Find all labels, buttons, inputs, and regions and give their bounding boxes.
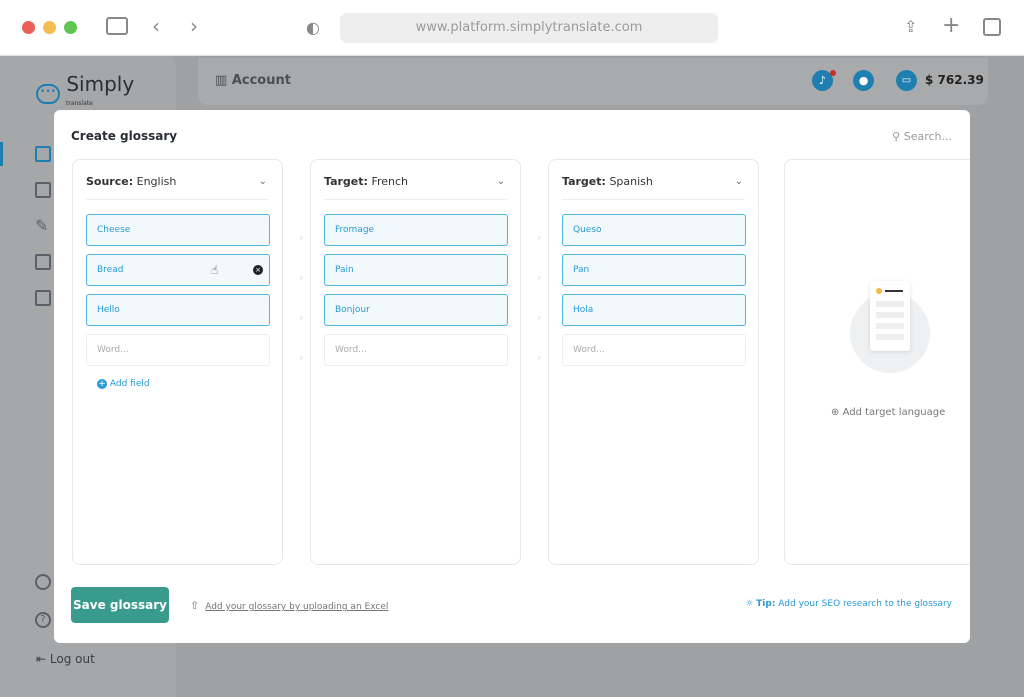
upload-excel-link[interactable]: ⇧ Add your glossary by uploading an Excel xyxy=(190,599,388,612)
column-label: Target: xyxy=(562,175,606,188)
url-bar[interactable]: www.platform.simplytranslate.com xyxy=(340,13,718,43)
word-field[interactable]: › Queso xyxy=(537,214,746,246)
shield-icon: ◐ xyxy=(306,18,320,37)
target-column-spanish: Target: Spanish ⌄ › Queso › Pan › Hola › Word… xyxy=(537,159,759,565)
card-icon[interactable]: ▭ xyxy=(896,70,917,91)
dashboard-icon[interactable] xyxy=(35,146,51,162)
chevron-down-icon: ⌄ xyxy=(734,176,743,187)
word-field[interactable]: › Pain xyxy=(299,254,508,286)
document-icon[interactable] xyxy=(35,182,51,198)
chevron-right-icon: › xyxy=(299,311,304,324)
word-field[interactable]: › Fromage xyxy=(299,214,508,246)
chevron-right-icon: › xyxy=(537,231,542,244)
chevron-right-icon: › xyxy=(299,271,304,284)
search-placeholder: Search... xyxy=(903,130,952,143)
tabs-icon[interactable] xyxy=(983,18,1001,36)
word-field[interactable]: Hello xyxy=(86,294,270,326)
target-language-select[interactable]: Target: Spanish ⌄ xyxy=(562,160,745,200)
plus-circle-icon: ⊕ xyxy=(831,407,840,418)
create-glossary-modal: Create glossary ⚲ Search... Source: Engl… xyxy=(54,110,970,643)
clear-icon[interactable]: × xyxy=(253,265,263,275)
word-value: Queso xyxy=(573,225,602,235)
chevron-right-icon: › xyxy=(537,271,542,284)
sidebar-toggle-icon[interactable] xyxy=(106,17,128,35)
column-label: Source: xyxy=(86,175,134,188)
chevron-right-icon: › xyxy=(299,351,304,364)
word-value: Pan xyxy=(573,265,590,275)
add-target-label: Add target language xyxy=(842,407,946,418)
minimize-window-button[interactable] xyxy=(43,21,56,34)
search-input[interactable]: ⚲ Search... xyxy=(892,130,952,143)
word-field-empty[interactable]: › Word... xyxy=(537,334,746,366)
header-title-text: Account xyxy=(231,73,291,88)
chevron-right-icon: › xyxy=(299,231,304,244)
word-value: Bread xyxy=(97,265,124,275)
chevron-down-icon: ⌄ xyxy=(258,176,267,187)
modal-title: Create glossary xyxy=(71,129,178,143)
word-placeholder: Word... xyxy=(573,345,605,355)
top-header: ▥ Account ♪ ● ▭ $ 762.39 xyxy=(198,58,988,105)
logo: ••• Simply translate xyxy=(36,72,134,107)
forward-icon[interactable]: › xyxy=(190,16,198,36)
column-lang: French xyxy=(371,175,409,188)
add-target-column[interactable]: ⊕ Add target language xyxy=(784,159,970,565)
logo-text: Simply xyxy=(66,72,135,96)
source-language-select[interactable]: Source: English ⌄ xyxy=(86,160,269,200)
word-placeholder: Word... xyxy=(335,345,367,355)
chevron-right-icon: › xyxy=(537,311,542,324)
plus-icon: + xyxy=(97,379,107,389)
column-lang: English xyxy=(136,175,177,188)
help-icon[interactable]: ? xyxy=(35,612,51,628)
header-title: ▥ Account xyxy=(215,73,291,88)
source-column: Source: English ⌄ Cheese Bread ☝ × Hello Wo… xyxy=(72,159,283,565)
active-indicator xyxy=(0,142,3,166)
logo-subtext: translate xyxy=(66,100,93,107)
save-glossary-button[interactable]: Save glossary xyxy=(71,587,169,623)
add-field-button[interactable]: + Add field xyxy=(97,379,150,389)
word-value: Hola xyxy=(573,305,594,315)
logout-label: Log out xyxy=(49,652,95,666)
share-icon[interactable]: ⇪ xyxy=(904,17,917,37)
lightbulb-icon: ☼ xyxy=(745,599,754,609)
upload-label: Add your glossary by uploading an Excel xyxy=(205,602,389,612)
target-language-select[interactable]: Target: French ⌄ xyxy=(324,160,507,200)
hand-cursor-icon: ☝ xyxy=(211,263,219,277)
word-value: Pain xyxy=(335,265,354,275)
upload-icon: ⇧ xyxy=(190,599,200,612)
word-field-empty[interactable]: Word... xyxy=(86,334,270,366)
add-target-language-button[interactable]: ⊕ Add target language xyxy=(831,407,945,418)
word-field[interactable]: Bread ☝ × xyxy=(86,254,270,286)
notification-badge xyxy=(830,70,836,76)
tip-link[interactable]: ☼ Tip: Add your SEO research to the glos… xyxy=(745,599,952,609)
word-value: Fromage xyxy=(335,225,375,235)
tip-text: Add your SEO research to the glossary xyxy=(778,599,952,609)
maximize-window-button[interactable] xyxy=(64,21,77,34)
word-field[interactable]: › Hola xyxy=(537,294,746,326)
word-field[interactable]: Cheese xyxy=(86,214,270,246)
pencil-icon[interactable]: ✎ xyxy=(35,218,51,234)
copy-icon[interactable] xyxy=(35,254,51,270)
column-lang: Spanish xyxy=(609,175,653,188)
add-field-label: Add field xyxy=(109,379,150,389)
search-icon: ⚲ xyxy=(892,130,901,143)
tip-label: Tip: xyxy=(756,599,776,609)
logout-link[interactable]: ⇤ Log out xyxy=(36,652,95,666)
chevron-down-icon: ⌄ xyxy=(496,176,505,187)
target-column-french: Target: French ⌄ › Fromage › Pain › Bonjour … xyxy=(299,159,521,565)
chevron-right-icon: › xyxy=(537,351,542,364)
word-field[interactable]: › Bonjour xyxy=(299,294,508,326)
word-field-empty[interactable]: › Word... xyxy=(299,334,508,366)
column-label: Target: xyxy=(324,175,368,188)
word-value: Bonjour xyxy=(335,305,370,315)
new-tab-icon[interactable]: + xyxy=(942,15,960,37)
browser-toolbar: ‹ › ◐ www.platform.simplytranslate.com ⇪… xyxy=(0,0,1024,56)
close-window-button[interactable] xyxy=(22,21,35,34)
wallet-icon[interactable] xyxy=(35,290,51,306)
back-icon[interactable]: ‹ xyxy=(152,16,160,36)
word-field[interactable]: › Pan xyxy=(537,254,746,286)
user-icon[interactable]: ● xyxy=(853,70,874,91)
balance: $ 762.39 xyxy=(925,73,984,87)
globe-icon[interactable] xyxy=(35,574,51,590)
document-illustration xyxy=(850,281,930,373)
